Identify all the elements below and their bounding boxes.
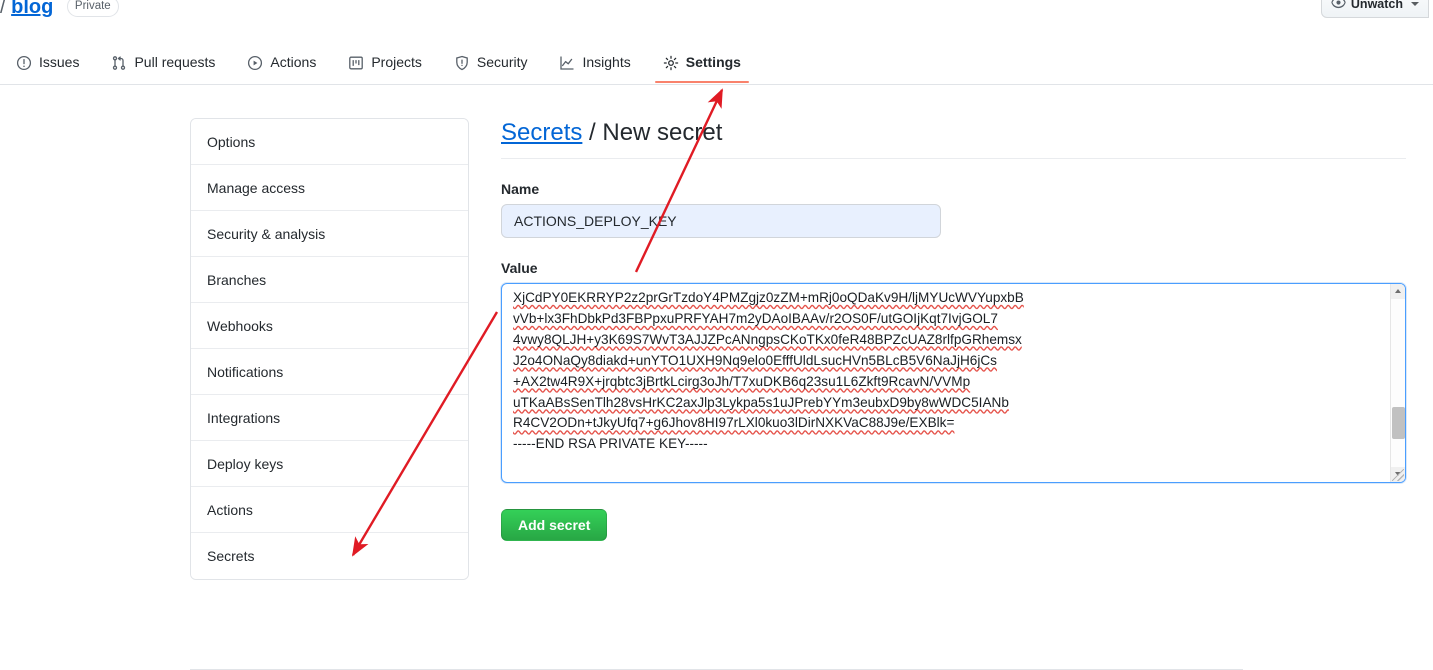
tab-security[interactable]: Security: [438, 43, 544, 82]
tab-projects[interactable]: Projects: [332, 43, 438, 82]
sidebar-item-branches[interactable]: Branches: [191, 257, 468, 303]
tab-settings[interactable]: Settings: [647, 43, 757, 83]
gear-icon: [663, 55, 679, 71]
secret-value-line: R4CV2ODn+tJkyUfq7+g6Jhov8HI97rLXl0kuo3lD…: [513, 415, 955, 431]
breadcrumb-secrets-link[interactable]: Secrets: [501, 119, 582, 146]
repository-header: / blog Private Unwatch: [0, 0, 1433, 40]
sidebar-item-webhooks[interactable]: Webhooks: [191, 303, 468, 349]
value-field-label: Value: [501, 260, 538, 276]
sidebar-item-options[interactable]: Options: [191, 119, 468, 165]
sidebar-item-notifications[interactable]: Notifications: [191, 349, 468, 395]
visibility-badge: Private: [66, 0, 119, 17]
page-title: Secrets / New secret: [501, 118, 1406, 159]
tab-actions[interactable]: Actions: [231, 43, 332, 82]
sidebar-item-deploy-keys[interactable]: Deploy keys: [191, 441, 468, 487]
tab-pull-requests[interactable]: Pull requests: [95, 43, 231, 82]
play-icon: [247, 55, 263, 71]
secret-value-line: XjCdPY0EKRRYP2z2prGrTzdoY4PMZgjz0zZM+mRj…: [513, 290, 1024, 305]
tab-issues[interactable]: Issues: [0, 43, 95, 82]
settings-main-content: Secrets / New secret Name Value XjCdPY0E…: [501, 118, 1406, 541]
tab-issues-label: Issues: [39, 54, 80, 70]
add-secret-button[interactable]: Add secret: [501, 509, 608, 541]
name-field-label: Name: [501, 181, 540, 197]
secret-value-line: vVb+lx3FhDbkPd3FBPpxuPRFYAH7m2yDAoIBAAv/…: [513, 310, 998, 326]
tab-security-label: Security: [476, 54, 528, 70]
scrollbar-thumb[interactable]: [1392, 407, 1405, 439]
settings-sidebar: Options Manage access Security & analysi…: [190, 118, 469, 580]
nav-tab-list: Issues Pull requests Actions Projects Se…: [0, 43, 1433, 85]
secret-value-text: XjCdPY0EKRRYP2z2prGrTzdoY4PMZgjz0zZM+mRj…: [513, 288, 1385, 480]
settings-page-body: Options Manage access Security & analysi…: [0, 85, 1433, 670]
repository-nav: Issues Pull requests Actions Projects Se…: [0, 43, 1433, 85]
eye-icon: [1331, 0, 1346, 13]
chevron-down-icon: [1411, 2, 1419, 6]
repository-title: / blog Private: [0, 0, 119, 20]
tab-actions-label: Actions: [270, 54, 317, 70]
secret-value-line: uTKaABsSenTlh28vsHrKC2axJlp3Lykpa5s1uJPr…: [513, 394, 1009, 410]
textarea-scrollbar[interactable]: [1390, 284, 1405, 482]
secret-value-textarea[interactable]: XjCdPY0EKRRYP2z2prGrTzdoY4PMZgjz0zZM+mRj…: [501, 283, 1406, 483]
scroll-up-arrow-icon[interactable]: [1391, 284, 1405, 299]
repository-name-link[interactable]: blog: [11, 0, 53, 18]
sidebar-item-actions[interactable]: Actions: [191, 487, 468, 533]
textarea-resize-handle[interactable]: [1392, 469, 1404, 481]
tab-insights-label: Insights: [582, 54, 631, 70]
sidebar-item-manage-access[interactable]: Manage access: [191, 165, 468, 211]
tab-projects-label: Projects: [371, 54, 422, 70]
unwatch-label: Unwatch: [1350, 0, 1403, 11]
issue-opened-icon: [16, 55, 32, 71]
tab-settings-label: Settings: [685, 54, 741, 70]
secret-value-line: +AX2tw4R9X+jrqbtc3jBrtkLcirg3oJh/T7xuDKB…: [513, 373, 971, 389]
tab-pull-requests-label: Pull requests: [134, 54, 216, 70]
secret-value-line: J2o4ONaQy8diakd+unYTO1UXH9Nq9elo0EfffUld…: [513, 352, 997, 368]
unwatch-button[interactable]: Unwatch: [1320, 0, 1429, 18]
tab-insights[interactable]: Insights: [543, 43, 646, 82]
sidebar-item-security-analysis[interactable]: Security & analysis: [191, 211, 468, 257]
breadcrumb-current: / New secret: [582, 119, 723, 146]
secret-value-line: -----END RSA PRIVATE KEY-----: [513, 436, 708, 452]
shield-icon: [454, 55, 470, 71]
git-pull-request-icon: [111, 55, 127, 71]
sidebar-item-integrations[interactable]: Integrations: [191, 395, 468, 441]
owner-separator: /: [0, 0, 6, 18]
secret-value-line: 4vwy8QLJH+y3K69S7WvT3AJJZPcANngpsCKoTKx0…: [513, 331, 1022, 347]
graph-icon: [559, 55, 575, 71]
sidebar-item-secrets[interactable]: Secrets: [191, 533, 468, 579]
project-board-icon: [348, 55, 364, 71]
secret-name-input[interactable]: [501, 204, 941, 238]
